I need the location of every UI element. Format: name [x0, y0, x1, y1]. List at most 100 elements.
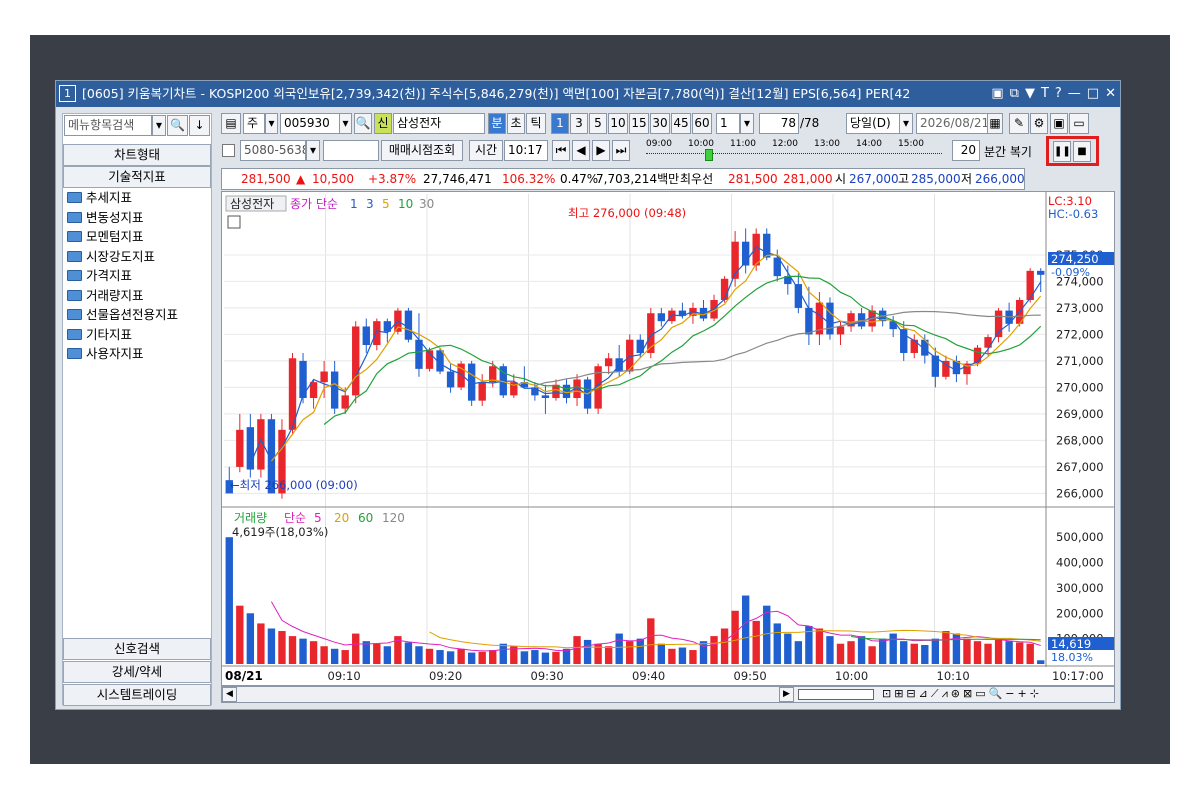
- chart-svg[interactable]: 275,000274,000273,000272,000271,000270,0…: [222, 192, 1114, 685]
- type-select[interactable]: 주: [243, 113, 265, 134]
- next-icon[interactable]: ▶: [592, 140, 610, 161]
- count-dropdown-icon[interactable]: ▾: [740, 113, 754, 134]
- candle-body: [794, 284, 803, 308]
- volume-tick-label: 500,000: [1056, 530, 1104, 544]
- title-icons: ▣ ⧉ ▼ T ? — □ ✕: [985, 81, 1116, 107]
- tree-item[interactable]: 거래량지표: [63, 286, 211, 306]
- system-trading-button[interactable]: 시스템트레이딩: [63, 684, 211, 706]
- period-tick[interactable]: 틱: [526, 113, 546, 134]
- tree-item[interactable]: 선물옵션전용지표: [63, 305, 211, 325]
- period-minute[interactable]: 분: [488, 113, 506, 134]
- zoom-slider[interactable]: [798, 689, 874, 700]
- account-input[interactable]: 5080-5638: [240, 140, 306, 161]
- folder-icon: [67, 328, 82, 340]
- volume-bar: [1015, 642, 1024, 664]
- interval-15[interactable]: 15: [629, 113, 649, 134]
- time-tick-label: 10:10: [937, 669, 970, 683]
- count-input[interactable]: 1: [716, 113, 740, 134]
- text-icon[interactable]: T: [1041, 81, 1049, 107]
- vol-ma-5: [270, 601, 1041, 652]
- layout-icon[interactable]: ▣: [991, 81, 1003, 107]
- interval-45[interactable]: 45: [671, 113, 691, 134]
- prev-icon[interactable]: ◀: [572, 140, 590, 161]
- type-dropdown-icon[interactable]: ▾: [265, 113, 278, 134]
- gear-icon[interactable]: ⚙: [1030, 113, 1048, 134]
- drawing-tools[interactable]: ⊡⊞⊟⊿⟋⩘⊛⊠▭🔍−+⊹: [882, 687, 1042, 701]
- timeline-label: 09:00: [646, 139, 672, 149]
- chart-window: 1 [0605] 키움복기차트 - KOSPI200 외국인보유[2,739,3…: [55, 80, 1121, 710]
- interval-3[interactable]: 3: [570, 113, 588, 134]
- first-icon[interactable]: ⏮: [552, 140, 570, 161]
- tree-item[interactable]: 기타지표: [63, 325, 211, 345]
- date-input[interactable]: 2026/08/21: [916, 113, 988, 134]
- interval-60[interactable]: 60: [692, 113, 712, 134]
- account-checkbox[interactable]: [222, 144, 235, 157]
- stop-icon[interactable]: ■: [1073, 141, 1091, 162]
- stock-legend: 삼성전자: [230, 197, 274, 211]
- trade-query-button[interactable]: 매매시점조회: [381, 140, 463, 161]
- calendar-icon[interactable]: ▦: [987, 113, 1003, 134]
- interval-30[interactable]: 30: [650, 113, 670, 134]
- interval-1[interactable]: 1: [551, 113, 569, 134]
- time-input[interactable]: 10:17: [504, 140, 548, 161]
- timeline-slider[interactable]: 09:00 10:00 11:00 12:00 13:00 14:00 15:00: [646, 139, 942, 163]
- minimize-icon[interactable]: —: [1068, 81, 1081, 107]
- volume-bar: [900, 641, 908, 664]
- volume-bar: [973, 641, 982, 664]
- chart-area[interactable]: 275,000274,000273,000272,000271,000270,0…: [221, 191, 1115, 686]
- timeline-thumb[interactable]: [705, 149, 713, 161]
- search-icon[interactable]: 🔍: [167, 115, 188, 136]
- folder-icon: [67, 250, 82, 262]
- copy-icon[interactable]: ⧉: [1010, 81, 1019, 107]
- folder-icon[interactable]: ▭: [1069, 113, 1089, 134]
- volume-bar: [330, 648, 339, 664]
- dropdown-icon[interactable]: ▾: [152, 115, 166, 136]
- download-icon[interactable]: ↓: [189, 115, 210, 136]
- account-dropdown-icon[interactable]: ▾: [306, 140, 320, 161]
- tree-item[interactable]: 가격지표: [63, 266, 211, 286]
- day-mode-select[interactable]: 당일(D): [846, 113, 900, 134]
- tree-item[interactable]: 변동성지표: [63, 208, 211, 228]
- period-second[interactable]: 초: [507, 113, 525, 134]
- replay-minutes-input[interactable]: 20: [952, 140, 980, 161]
- volume-bar: [847, 641, 855, 664]
- page-input[interactable]: 78: [759, 113, 799, 134]
- tree-item[interactable]: 모멘텀지표: [63, 227, 211, 247]
- signal-search-button[interactable]: 신호검색: [63, 638, 211, 660]
- chart-type-button[interactable]: 차트형태: [63, 144, 211, 166]
- code-dropdown-icon[interactable]: ▾: [339, 113, 352, 134]
- pin-icon[interactable]: ▼: [1025, 81, 1035, 107]
- tree-item[interactable]: 추세지표: [63, 188, 211, 208]
- day-dropdown-icon[interactable]: ▾: [899, 113, 913, 134]
- interval-5[interactable]: 5: [589, 113, 607, 134]
- save-icon[interactable]: ▣: [1050, 113, 1068, 134]
- volume-bar: [415, 646, 423, 664]
- menu-search-input[interactable]: 메뉴항목검색: [64, 115, 152, 136]
- volume-bar: [678, 647, 687, 664]
- last-icon[interactable]: ⏭: [612, 140, 630, 161]
- code-search-icon[interactable]: 🔍: [354, 113, 372, 134]
- volume-rate: 106.32%: [502, 172, 556, 186]
- help-icon[interactable]: ?: [1055, 81, 1062, 107]
- end-time-label: 10:17:00: [1052, 669, 1104, 683]
- maximize-icon[interactable]: □: [1087, 81, 1099, 107]
- interval-10[interactable]: 10: [608, 113, 628, 134]
- tree-item-label: 변동성지표: [86, 209, 144, 225]
- candle-body: [478, 382, 486, 401]
- chart-icon[interactable]: ▤: [221, 113, 241, 134]
- tech-index-button[interactable]: 기술적지표: [63, 166, 211, 188]
- tree-item[interactable]: 사용자지표: [63, 344, 211, 364]
- scroll-right-icon[interactable]: ▶: [779, 687, 794, 702]
- new-badge[interactable]: 신: [374, 113, 392, 134]
- tree-item-label: 사용자지표: [86, 346, 144, 362]
- password-input[interactable]: [323, 140, 379, 161]
- strength-button[interactable]: 강세/약세: [63, 661, 211, 683]
- code-input[interactable]: 005930: [280, 113, 340, 134]
- candle-body: [341, 395, 349, 409]
- pause-icon[interactable]: ❚❚: [1053, 141, 1071, 162]
- scroll-left-icon[interactable]: ◀: [222, 687, 237, 702]
- table-icon: [227, 215, 241, 229]
- tree-item[interactable]: 시장강도지표: [63, 247, 211, 267]
- close-icon[interactable]: ✕: [1105, 81, 1116, 107]
- tool-icon[interactable]: ✎: [1009, 113, 1029, 134]
